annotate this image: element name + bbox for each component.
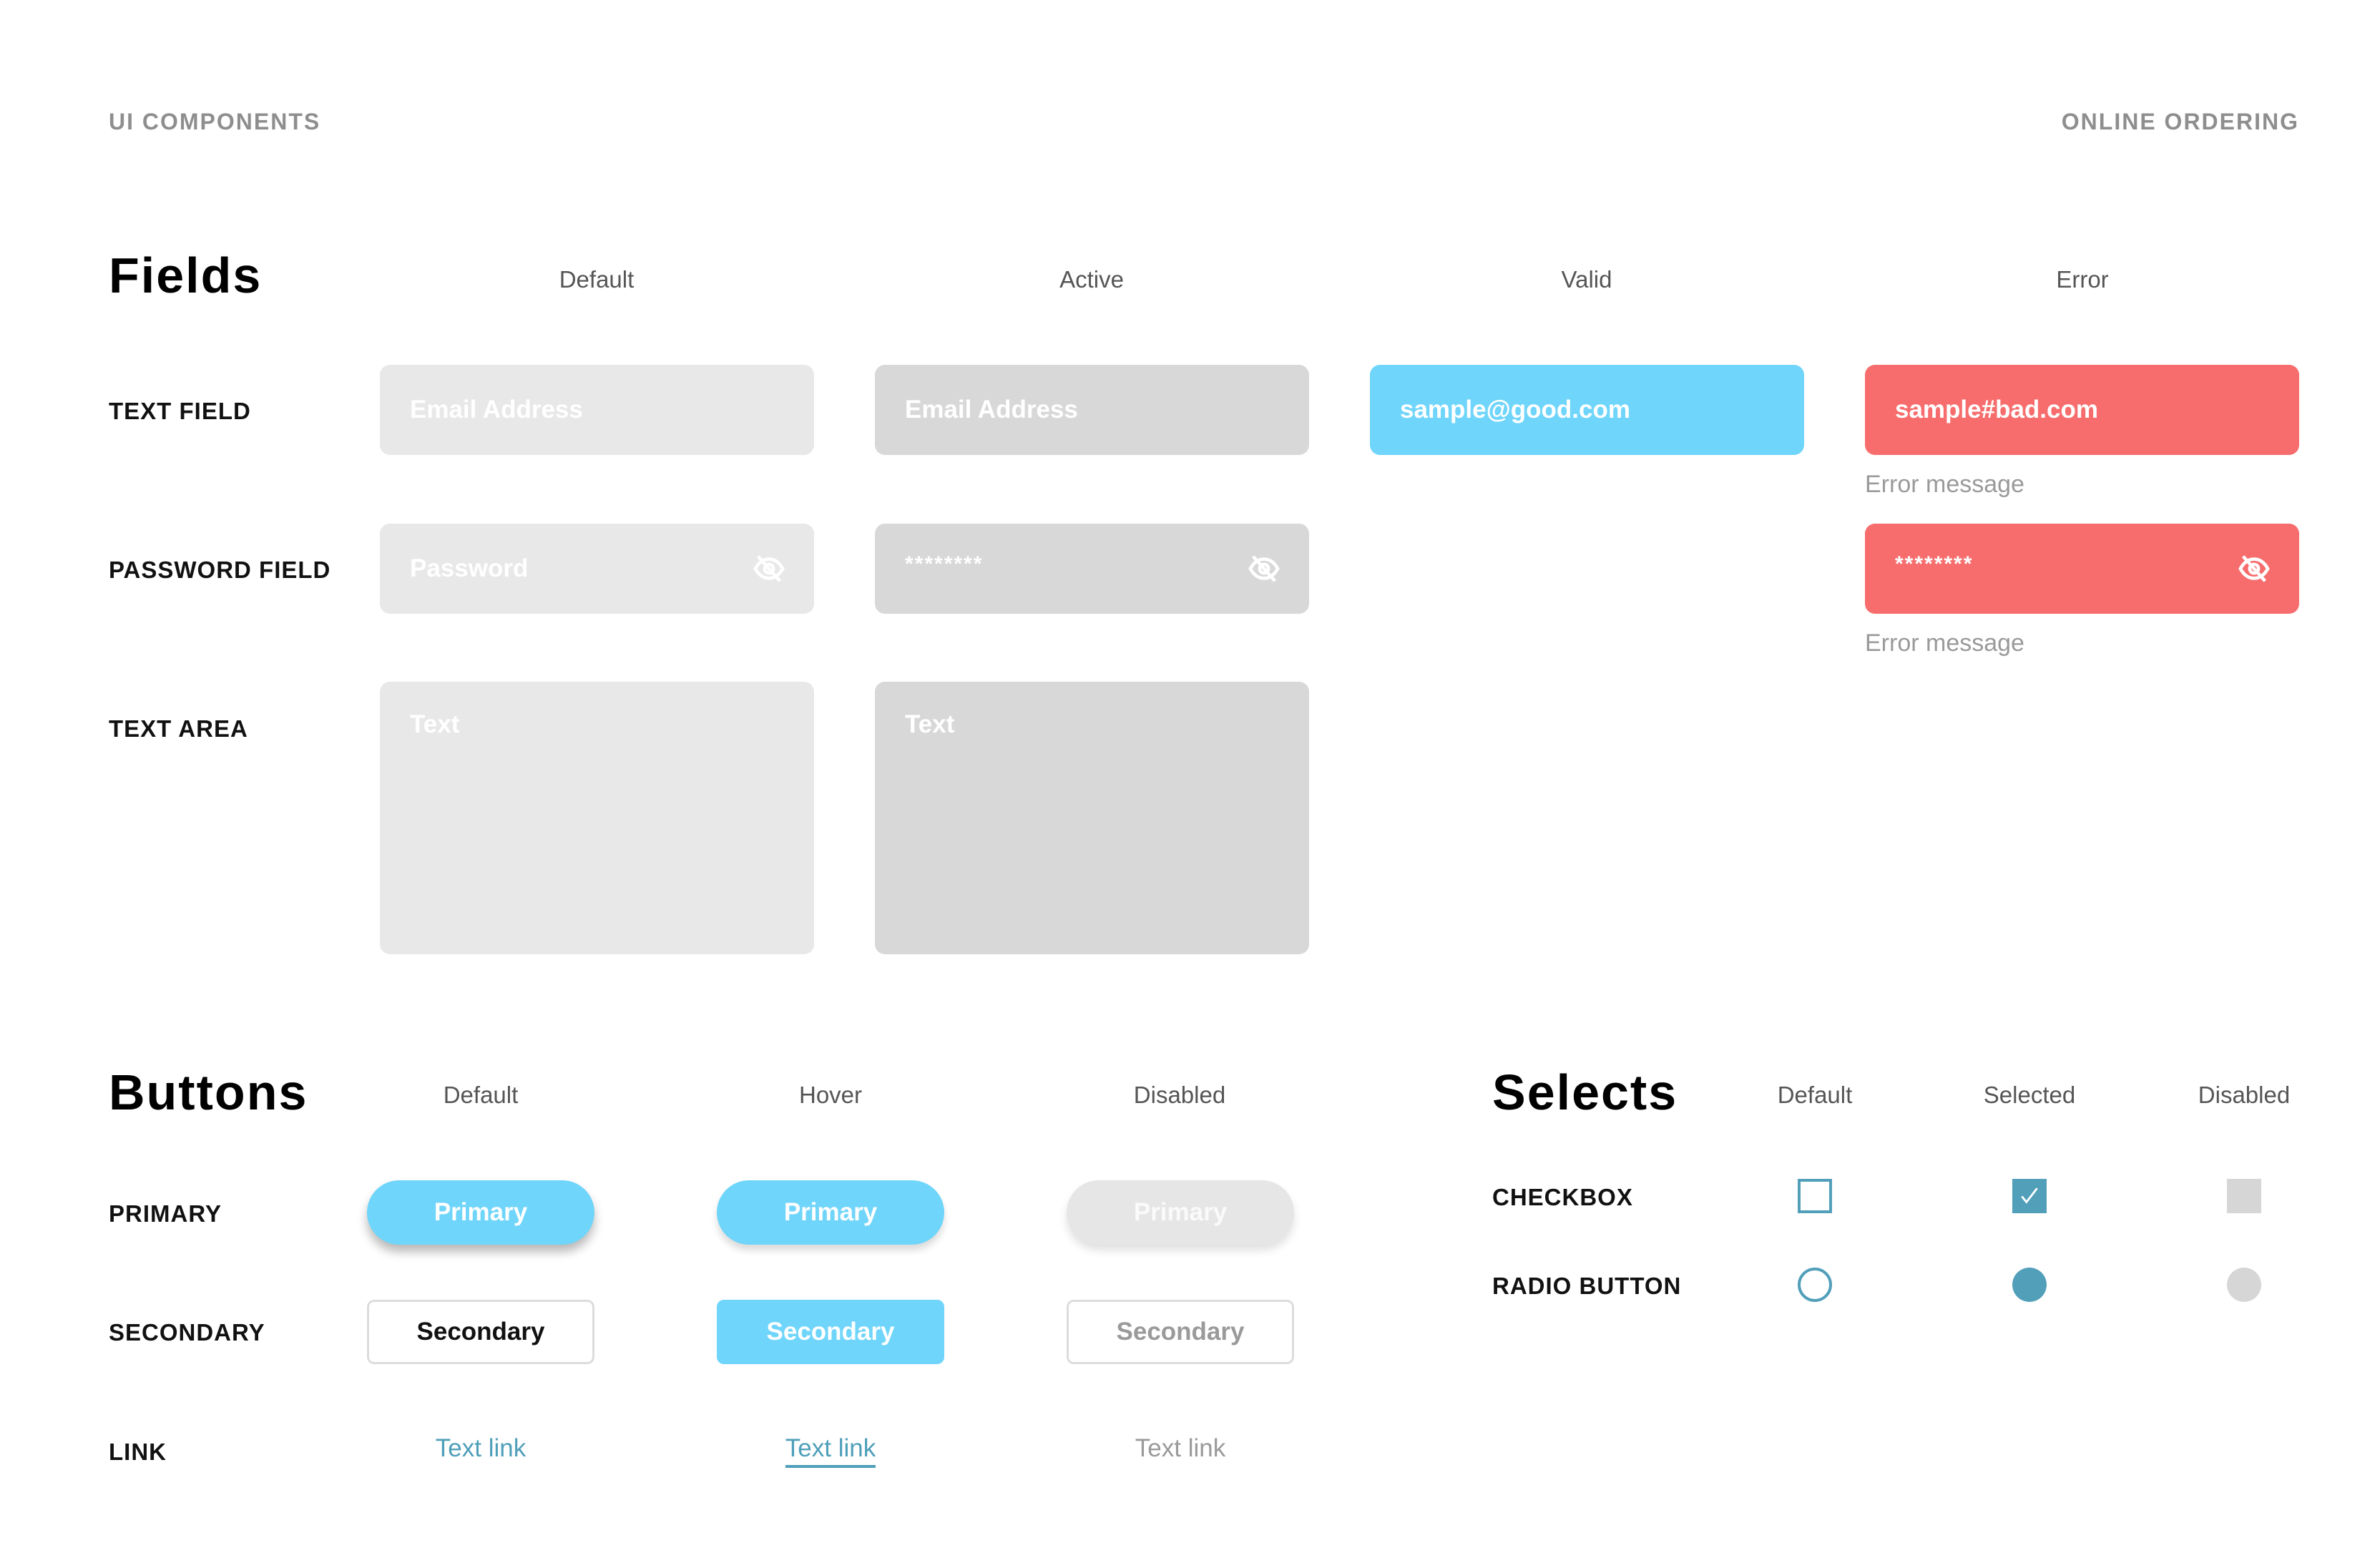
- text-link-hover[interactable]: Text link: [717, 1434, 944, 1468]
- text-field-valid[interactable]: sample@good.com: [1370, 365, 1804, 455]
- radio-selected[interactable]: [2012, 1268, 2047, 1302]
- header-left-label: UI COMPONENTS: [109, 109, 321, 134]
- password-field-default[interactable]: Password: [380, 524, 814, 614]
- fields-col-default: Default: [559, 266, 635, 293]
- secondary-button-hover[interactable]: Secondary: [717, 1300, 944, 1364]
- eye-off-icon[interactable]: [753, 552, 785, 585]
- eye-off-icon[interactable]: [2238, 552, 2271, 585]
- password-field-active-value: ********: [905, 552, 984, 576]
- text-area-row-label: TEXT AREA: [109, 715, 248, 742]
- text-link-hover-label[interactable]: Text link: [785, 1434, 876, 1468]
- text-field-active-placeholder: Email Address: [905, 396, 1078, 423]
- primary-row-label: PRIMARY: [109, 1200, 222, 1227]
- password-field-default-placeholder: Password: [410, 554, 529, 582]
- buttons-col-hover: Hover: [798, 1082, 863, 1108]
- secondary-button-disabled: Secondary: [1067, 1300, 1294, 1364]
- checkmark-icon: [2021, 1187, 2038, 1204]
- radio-default[interactable]: [1798, 1268, 1832, 1302]
- text-link-disabled-label: Text link: [1135, 1434, 1226, 1462]
- text-field-error-value: sample#bad.com: [1895, 396, 2098, 423]
- radio-row-label: RADIO BUTTON: [1492, 1273, 1682, 1299]
- text-link-default[interactable]: Text link: [367, 1434, 594, 1463]
- checkbox-default[interactable]: [1798, 1179, 1832, 1213]
- text-area-default[interactable]: Text: [380, 682, 814, 954]
- primary-button-default[interactable]: Primary: [367, 1180, 594, 1245]
- text-field-active[interactable]: Email Address: [875, 365, 1309, 455]
- secondary-button-default[interactable]: Secondary: [367, 1300, 594, 1364]
- header-right-label: ONLINE ORDERING: [2061, 109, 2299, 134]
- password-field-error[interactable]: ********: [1865, 524, 2299, 614]
- radio-disabled: [2227, 1268, 2261, 1302]
- text-field-default-placeholder: Email Address: [410, 396, 583, 423]
- link-row-label: LINK: [109, 1439, 167, 1465]
- primary-button-hover[interactable]: Primary: [717, 1180, 944, 1245]
- fields-col-active: Active: [1059, 266, 1124, 293]
- primary-button-disabled: Primary: [1067, 1180, 1294, 1245]
- buttons-col-disabled: Disabled: [1133, 1082, 1226, 1108]
- fields-section-title: Fields: [109, 248, 263, 303]
- fields-col-valid: Valid: [1561, 266, 1612, 293]
- buttons-section-title: Buttons: [109, 1064, 308, 1120]
- eye-off-icon[interactable]: [1248, 552, 1280, 585]
- password-field-error-message: Error message: [1865, 629, 2024, 657]
- text-field-error-message: Error message: [1865, 471, 2024, 498]
- selects-col-selected: Selected: [1983, 1082, 2076, 1108]
- text-area-default-placeholder: Text: [410, 710, 460, 738]
- password-field-error-value: ********: [1895, 552, 1974, 576]
- password-field-active[interactable]: ********: [875, 524, 1309, 614]
- fields-col-error: Error: [2056, 266, 2109, 293]
- checkbox-disabled: [2227, 1179, 2261, 1213]
- selects-section-title: Selects: [1492, 1064, 1678, 1120]
- buttons-col-default: Default: [443, 1082, 519, 1108]
- text-field-error[interactable]: sample#bad.com: [1865, 365, 2299, 455]
- checkbox-row-label: CHECKBOX: [1492, 1184, 1633, 1210]
- text-area-active-placeholder: Text: [905, 710, 955, 738]
- text-field-row-label: TEXT FIELD: [109, 398, 251, 424]
- text-link-default-label[interactable]: Text link: [436, 1434, 526, 1465]
- selects-col-default: Default: [1777, 1082, 1853, 1108]
- secondary-row-label: SECONDARY: [109, 1319, 265, 1346]
- password-field-row-label: PASSWORD FIELD: [109, 557, 331, 583]
- text-area-active[interactable]: Text: [875, 682, 1309, 954]
- text-field-default[interactable]: Email Address: [380, 365, 814, 455]
- checkbox-selected[interactable]: [2012, 1179, 2047, 1213]
- text-field-valid-value: sample@good.com: [1400, 396, 1630, 423]
- selects-col-disabled: Disabled: [2198, 1082, 2291, 1108]
- text-link-disabled: Text link: [1067, 1434, 1294, 1463]
